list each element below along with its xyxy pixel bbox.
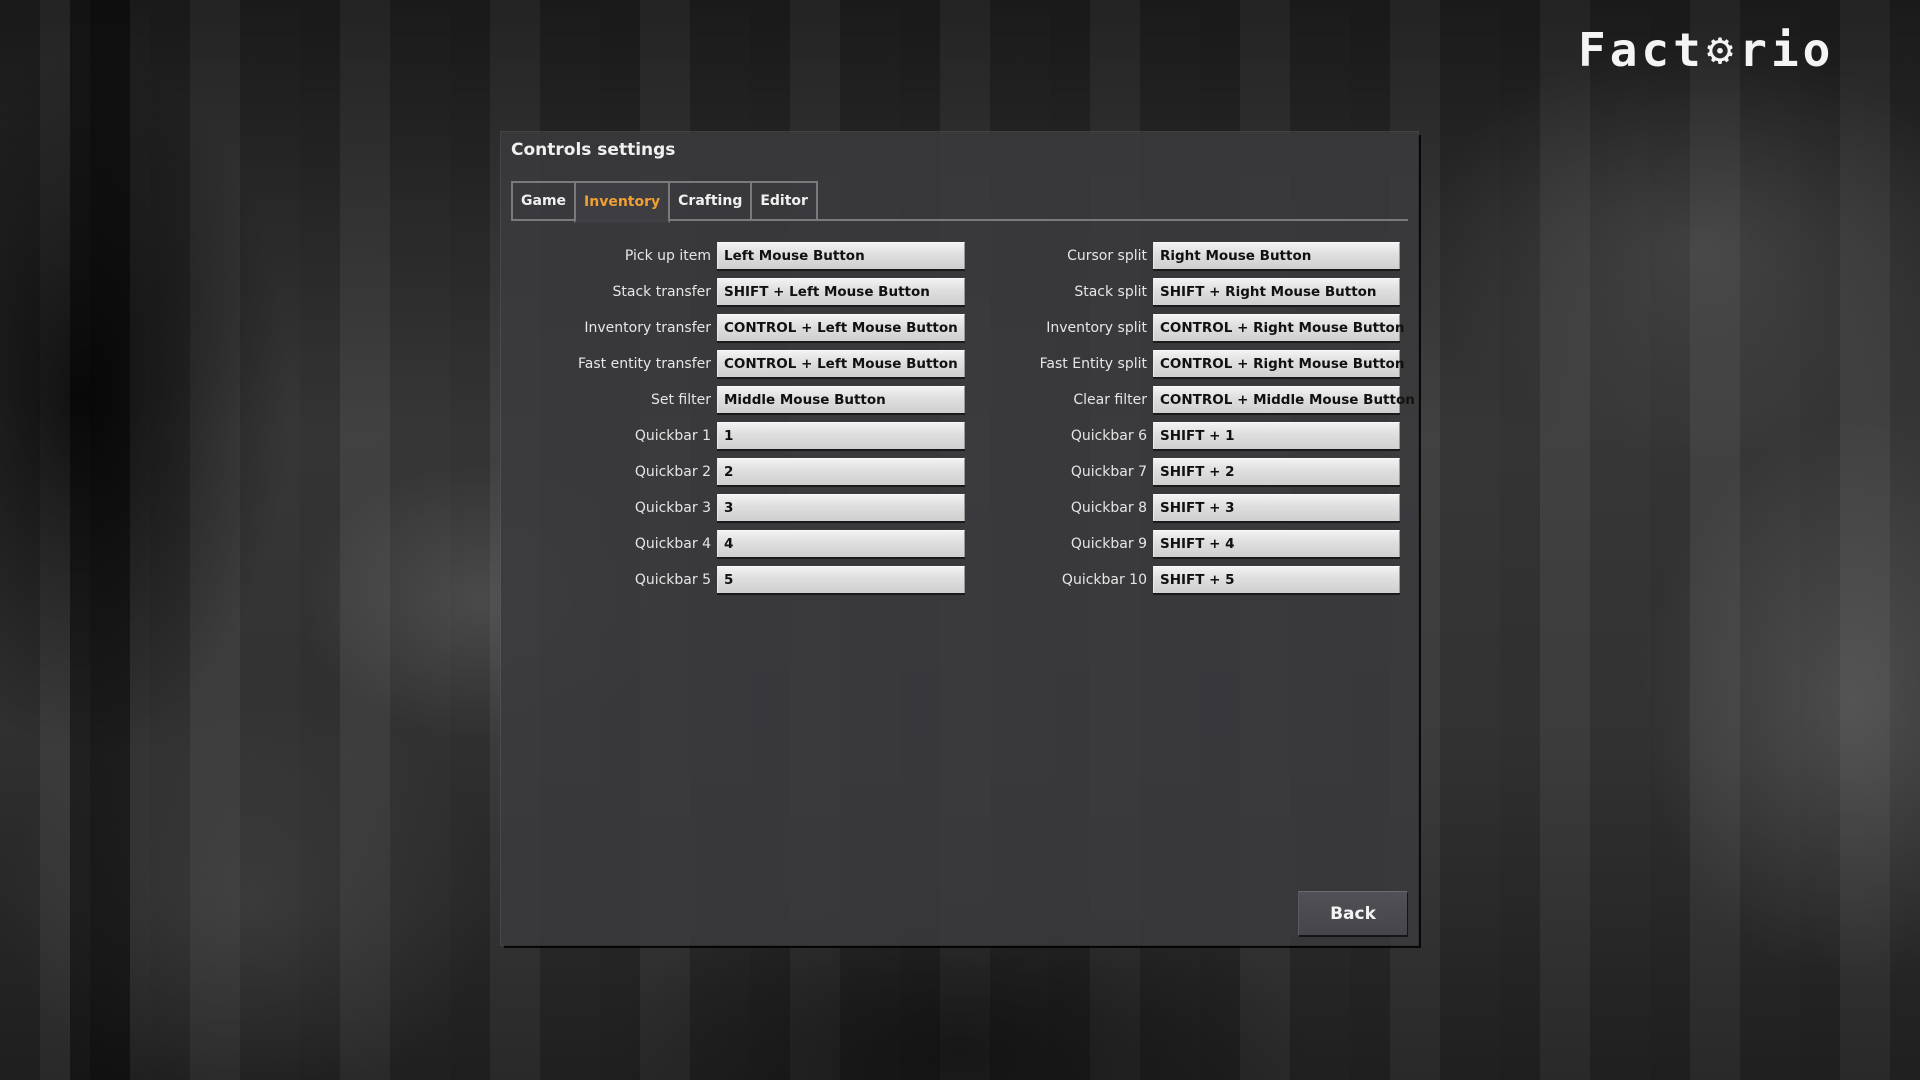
keybinding-button[interactable]: CONTROL + Right Mouse Button — [1153, 350, 1404, 377]
tab-editor[interactable]: Editor — [750, 181, 818, 221]
logo-text-start: Fact — [1578, 23, 1705, 77]
gear-icon: ⚙ — [1706, 24, 1738, 75]
keybinding-row: Quickbar 9 SHIFT + 4 — [501, 530, 1400, 557]
keybinding-label: Stack split — [1074, 283, 1147, 300]
factorio-logo: Fact ⚙ rio — [1578, 23, 1854, 77]
keybinding-button[interactable]: SHIFT + 4 — [1153, 530, 1400, 557]
keybinding-button[interactable]: SHIFT + 5 — [1153, 566, 1400, 593]
keybinding-label: Quickbar 8 — [1070, 499, 1147, 516]
keybinding-label: Clear filter — [1073, 391, 1147, 408]
keybinding-row: Quickbar 6 SHIFT + 1 — [501, 422, 1400, 449]
keybinding-button[interactable]: SHIFT + 2 — [1153, 458, 1400, 485]
keybinding-row: Clear filter CONTROL + Middle Mouse Butto… — [501, 386, 1415, 413]
keybinding-label: Inventory split — [1046, 319, 1147, 336]
back-button[interactable]: Back — [1298, 891, 1407, 935]
keybinding-label: Quickbar 6 — [1070, 427, 1147, 444]
keybinding-label: Quickbar 10 — [1061, 571, 1147, 588]
keybinding-row: Stack split SHIFT + Right Mouse Button — [501, 278, 1400, 305]
keybinding-button[interactable]: Right Mouse Button — [1153, 242, 1400, 269]
keybinding-button[interactable]: CONTROL + Middle Mouse Button — [1153, 386, 1415, 413]
keybinding-button[interactable]: SHIFT + Right Mouse Button — [1153, 278, 1400, 305]
keybinding-button[interactable]: SHIFT + 3 — [1153, 494, 1400, 521]
keybinding-row: Cursor split Right Mouse Button — [501, 242, 1400, 269]
keybinding-label: Fast Entity split — [1039, 355, 1147, 372]
keybinding-label: Cursor split — [1067, 247, 1147, 264]
logo-text-end: rio — [1739, 23, 1835, 77]
tab-game[interactable]: Game — [511, 181, 577, 221]
keybinding-label: Quickbar 9 — [1070, 535, 1147, 552]
tab-crafting[interactable]: Crafting — [668, 181, 753, 221]
keybinding-button[interactable]: SHIFT + 1 — [1153, 422, 1400, 449]
keybinding-row: Fast Entity split CONTROL + Right Mouse B… — [501, 350, 1404, 377]
keybinding-button[interactable]: CONTROL + Right Mouse Button — [1153, 314, 1404, 341]
controls-settings-dialog: Controls settings Game Inventory Craftin… — [501, 132, 1418, 945]
keybinding-row: Quickbar 10 SHIFT + 5 — [501, 566, 1400, 593]
tab-bar: Game Inventory Crafting Editor — [511, 181, 818, 223]
background-shadow — [70, 0, 130, 1080]
keybinding-row: Quickbar 7 SHIFT + 2 — [501, 458, 1400, 485]
keybinding-label: Quickbar 7 — [1070, 463, 1147, 480]
dialog-title: Controls settings — [511, 140, 676, 160]
keybinding-row: Quickbar 8 SHIFT + 3 — [501, 494, 1400, 521]
tab-inventory[interactable]: Inventory — [574, 181, 671, 223]
keybinding-row: Inventory split CONTROL + Right Mouse But… — [501, 314, 1404, 341]
